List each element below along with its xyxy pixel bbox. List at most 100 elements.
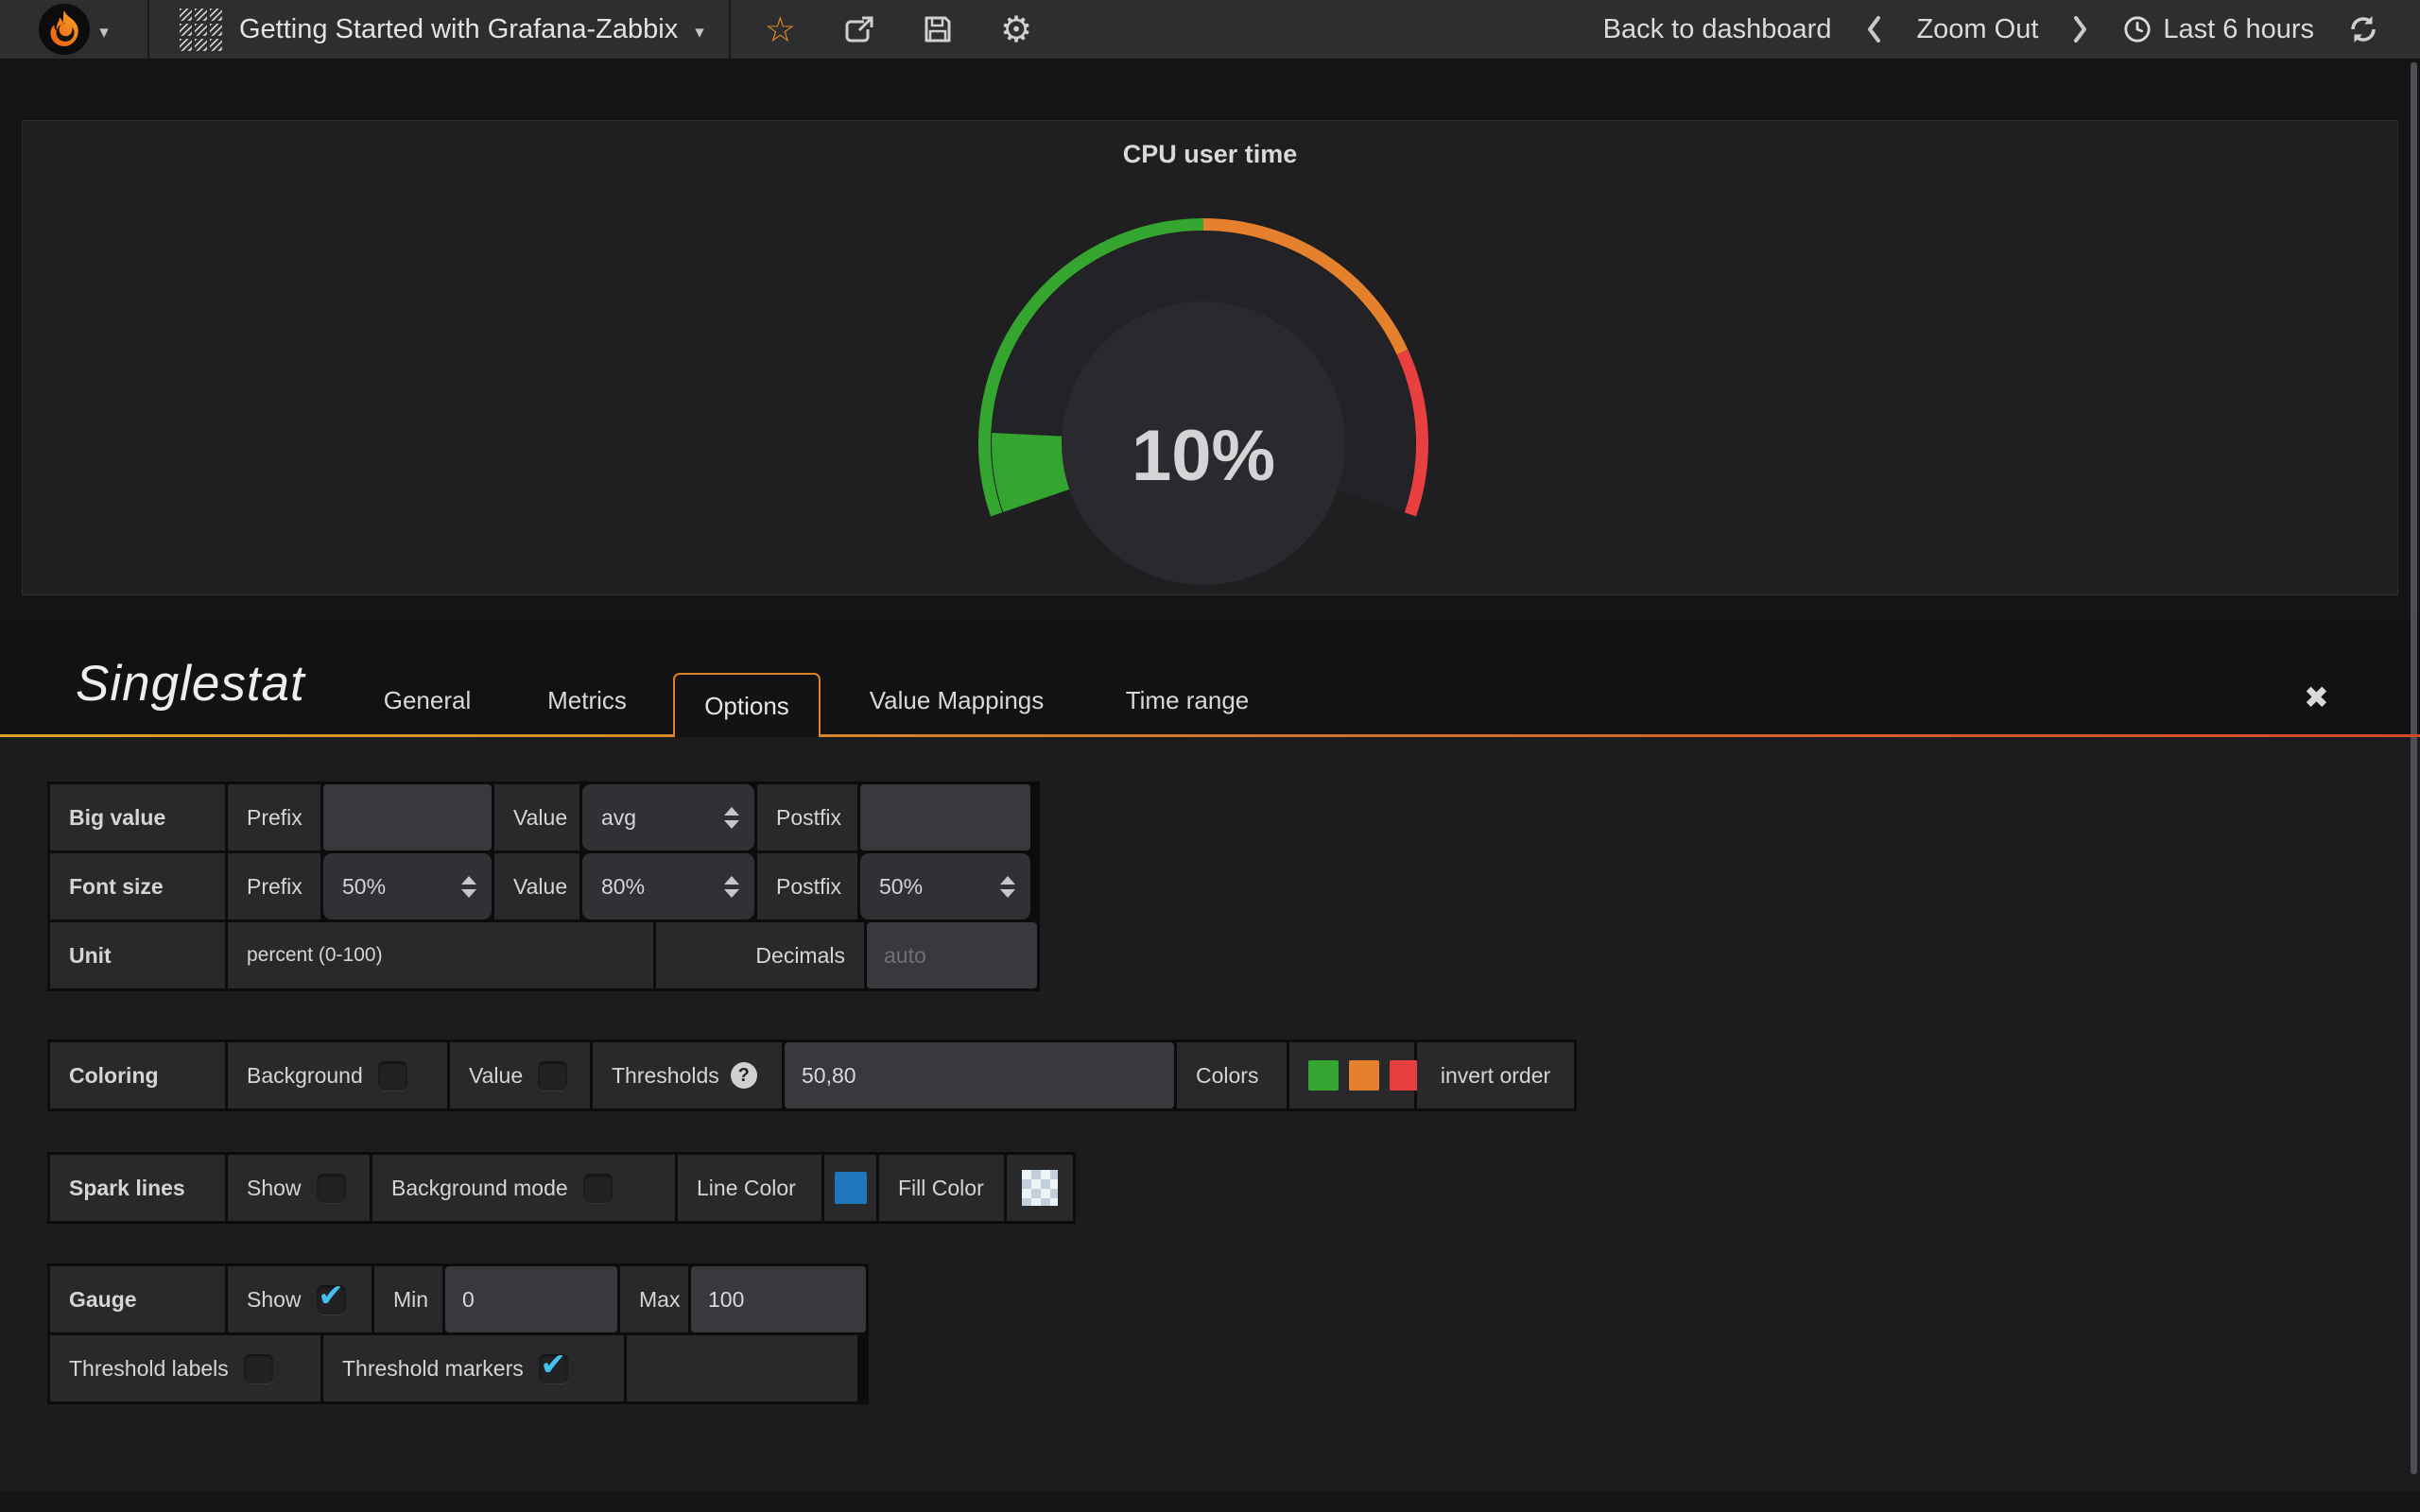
prefix-input[interactable]	[323, 784, 492, 850]
select-arrows-icon	[724, 876, 739, 898]
thresholds-label: Thresholds	[612, 1063, 719, 1089]
decimals-label: Decimals	[656, 922, 864, 988]
font-prefix-select[interactable]: 50%	[323, 853, 492, 919]
threshold-color-swatch-red[interactable]	[1390, 1060, 1420, 1091]
time-shift-left-button[interactable]	[1865, 15, 1882, 43]
gauge-row: Gauge Show ✔ Min Max	[50, 1266, 866, 1332]
font-prefix-label: Prefix	[228, 853, 320, 919]
value-stat-select[interactable]: avg	[582, 784, 754, 850]
fill-color-label: Fill Color	[879, 1155, 1004, 1221]
gear-icon: ⚙	[1000, 11, 1032, 47]
time-range-label: Last 6 hours	[2163, 14, 2314, 45]
font-postfix-select-cell: 50%	[860, 853, 1030, 919]
value-options-table: Big value Prefix Value avg Postfix	[47, 782, 1040, 991]
save-button[interactable]	[923, 14, 953, 44]
refresh-button[interactable]	[2348, 14, 2378, 44]
postfix-input[interactable]	[860, 784, 1030, 850]
gauge-max-input[interactable]	[691, 1266, 866, 1332]
invert-order-link[interactable]: invert order	[1441, 1063, 1550, 1089]
decimals-input[interactable]	[867, 922, 1037, 988]
thresholds-input-cell	[785, 1042, 1174, 1108]
threshold-labels-cell: Threshold labels ✔	[50, 1335, 320, 1401]
grafana-app: { "icons": { "caret_down": "▾", "star": …	[0, 0, 2420, 1512]
unit-picker-link[interactable]: percent (0-100)	[247, 944, 383, 967]
gauge-show-cell: Show ✔	[228, 1266, 372, 1332]
share-button[interactable]	[843, 14, 875, 44]
coloring-background-checkbox[interactable]: ✔	[378, 1061, 407, 1091]
tab-value-mappings[interactable]: Value Mappings	[870, 686, 1045, 715]
colors-label: Colors	[1177, 1042, 1287, 1108]
time-picker-button[interactable]: Last 6 hours	[2123, 14, 2314, 45]
coloring-background-label: Background	[247, 1063, 363, 1089]
scrollbar-thumb[interactable]	[2411, 62, 2417, 1474]
chevron-right-icon	[2072, 15, 2089, 43]
prefix-label: Prefix	[228, 784, 320, 850]
gauge-svg	[967, 207, 1440, 596]
font-prefix-select-cell: 50%	[323, 853, 492, 919]
thresholds-input[interactable]	[785, 1042, 1174, 1108]
font-postfix-label: Postfix	[757, 853, 857, 919]
gauge-min-input[interactable]	[445, 1266, 617, 1332]
close-editor-button[interactable]: ✖	[2304, 679, 2329, 715]
clock-icon	[2123, 15, 2152, 43]
value-stat-select-cell: avg	[582, 784, 754, 850]
spark-lines-row: Spark lines Show ✔ Background mode ✔ Lin…	[50, 1155, 1073, 1221]
dashboard-title-menu[interactable]: Getting Started with Grafana-Zabbix ▾	[149, 0, 729, 59]
prefix-input-cell	[323, 784, 492, 850]
select-arrows-icon	[724, 807, 739, 829]
zoom-out-button[interactable]: Zoom Out	[1916, 14, 2038, 45]
panel-type-title: Singlestat	[76, 655, 305, 713]
font-value-label: Value	[494, 853, 579, 919]
value-label: Value	[494, 784, 579, 850]
threshold-color-swatch-orange[interactable]	[1349, 1060, 1379, 1091]
big-value-label: Big value	[50, 784, 225, 850]
unit-picker-cell: percent (0-100)	[228, 922, 653, 988]
select-arrows-icon	[461, 876, 476, 898]
font-postfix-selected: 50%	[879, 874, 923, 900]
empty-cell	[627, 1335, 857, 1401]
spark-background-mode-checkbox[interactable]: ✔	[583, 1174, 613, 1203]
gauge-min-input-cell	[445, 1266, 617, 1332]
question-icon[interactable]: ?	[731, 1062, 757, 1089]
font-value-selected: 80%	[601, 874, 645, 900]
thresholds-cell: Thresholds ?	[593, 1042, 782, 1108]
spark-lines-table: Spark lines Show ✔ Background mode ✔ Lin…	[47, 1152, 1076, 1224]
grafana-logo[interactable]: ▾	[0, 0, 147, 59]
threshold-markers-cell: Threshold markers ✔	[323, 1335, 624, 1401]
threshold-markers-label: Threshold markers	[342, 1356, 524, 1382]
line-color-swatch[interactable]	[835, 1172, 867, 1204]
font-postfix-select[interactable]: 50%	[860, 853, 1030, 919]
color-swatches-cell	[1289, 1042, 1414, 1108]
coloring-value-cell: Value ✔	[450, 1042, 590, 1108]
tab-options[interactable]: Options	[673, 673, 821, 737]
settings-button[interactable]: ⚙	[1000, 11, 1032, 47]
invert-order-cell: invert order	[1417, 1042, 1574, 1108]
tab-general[interactable]: General	[384, 686, 472, 715]
gauge-show-checkbox[interactable]: ✔	[317, 1285, 346, 1314]
fill-color-swatch[interactable]	[1022, 1170, 1058, 1206]
tab-time-range[interactable]: Time range	[1126, 686, 1250, 715]
tab-options-label: Options	[704, 692, 789, 721]
gauge-show-label: Show	[247, 1287, 302, 1313]
font-size-row: Font size Prefix 50% Value 80% Postfix	[50, 853, 1037, 919]
spark-show-label: Show	[247, 1176, 302, 1201]
coloring-value-checkbox[interactable]: ✔	[538, 1061, 567, 1091]
spark-show-checkbox[interactable]: ✔	[317, 1174, 346, 1203]
gauge-max-label: Max	[620, 1266, 688, 1332]
postfix-label: Postfix	[757, 784, 857, 850]
spark-background-mode-cell: Background mode ✔	[372, 1155, 675, 1221]
back-to-dashboard-button[interactable]: Back to dashboard	[1603, 14, 1832, 45]
threshold-labels-checkbox[interactable]: ✔	[244, 1354, 273, 1383]
star-icon: ☆	[765, 12, 796, 47]
big-value-row: Big value Prefix Value avg Postfix	[50, 784, 1037, 850]
tab-metrics[interactable]: Metrics	[547, 686, 627, 715]
decimals-input-cell	[867, 922, 1037, 988]
time-shift-right-button[interactable]	[2072, 15, 2089, 43]
unit-label: Unit	[50, 922, 225, 988]
threshold-markers-checkbox[interactable]: ✔	[539, 1354, 568, 1383]
font-value-select[interactable]: 80%	[582, 853, 754, 919]
gauge-min-label: Min	[374, 1266, 442, 1332]
panel-title[interactable]: CPU user time	[23, 140, 2397, 169]
star-button[interactable]: ☆	[765, 12, 796, 47]
threshold-color-swatch-green[interactable]	[1308, 1060, 1339, 1091]
